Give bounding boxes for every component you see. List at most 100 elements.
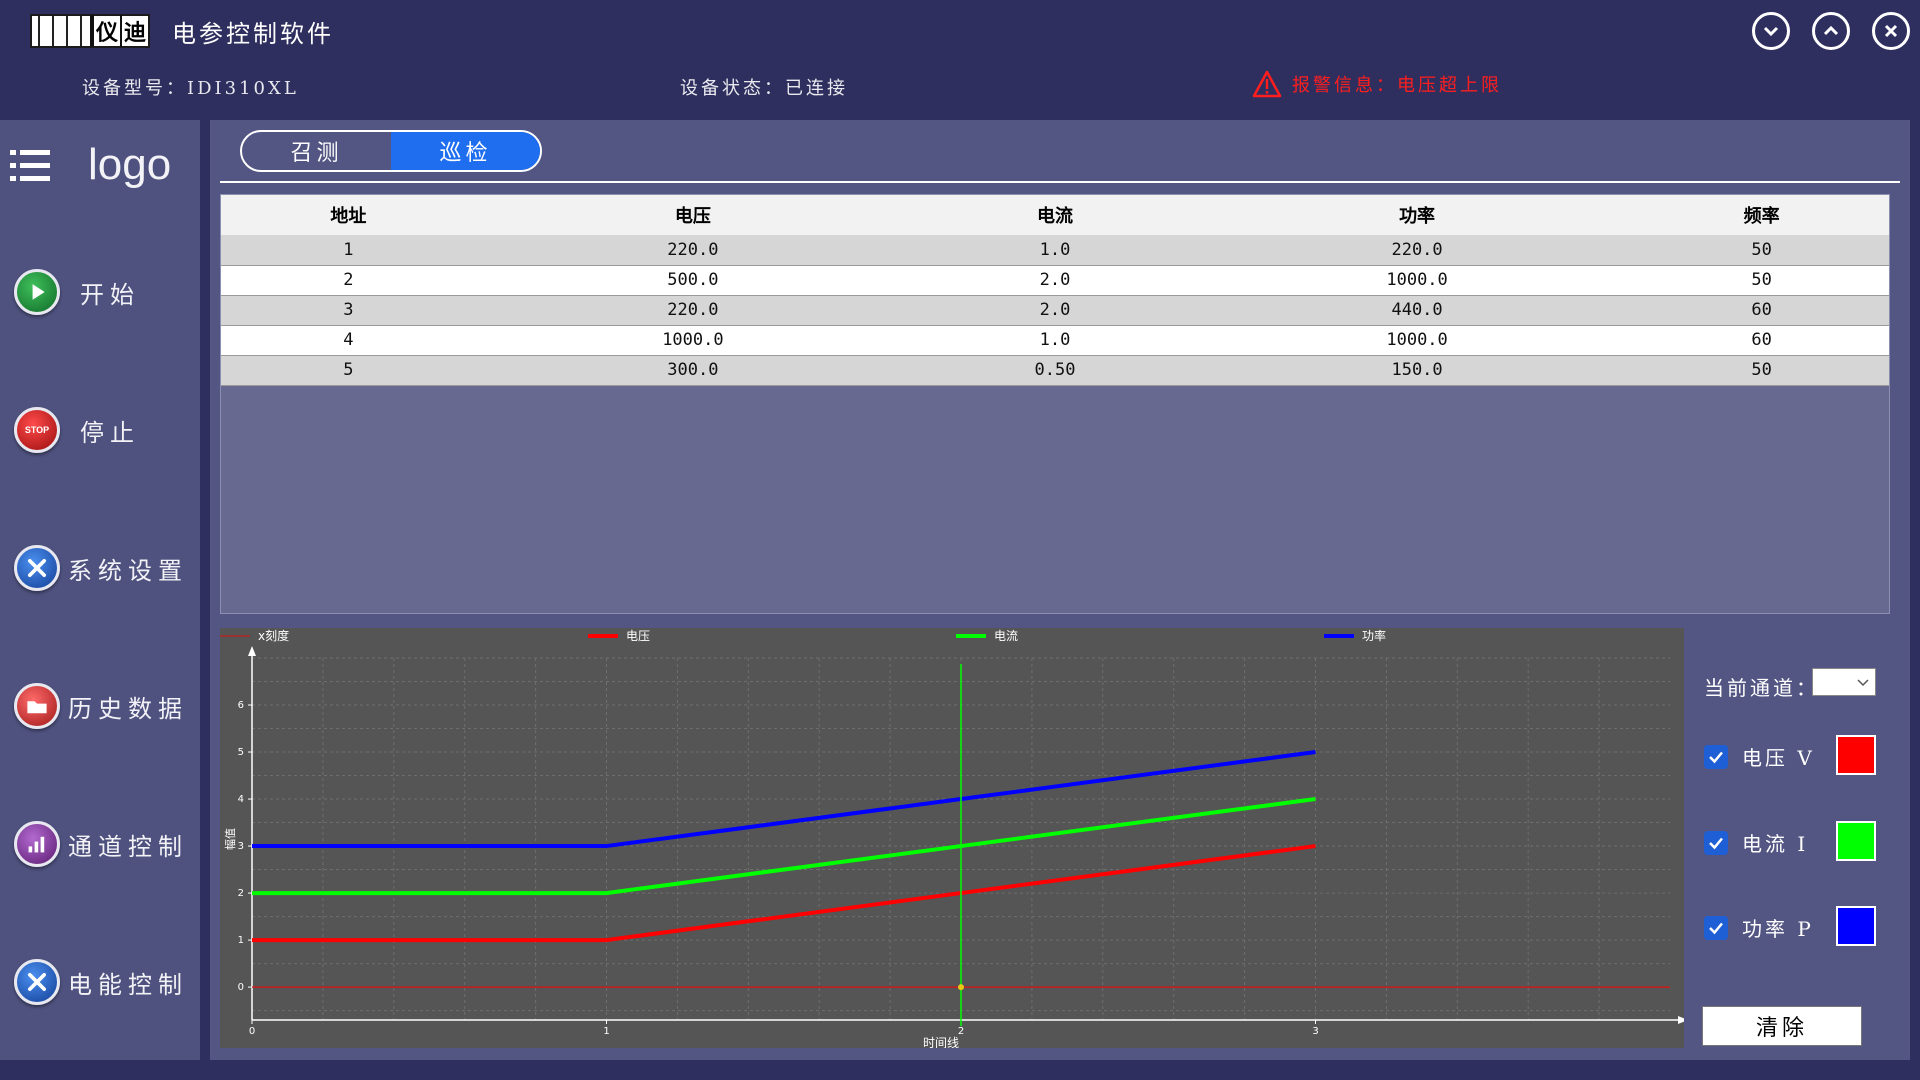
tab-patrol-inspection[interactable]: 巡检 bbox=[391, 132, 540, 170]
table-row[interactable]: 3 220.0 2.0 440.0 60 bbox=[221, 295, 1889, 325]
y-tick-label: 0 bbox=[238, 982, 244, 993]
sidebar-item-start[interactable]: 开始 bbox=[14, 262, 200, 322]
channel-label: 当前通道： bbox=[1704, 676, 1819, 700]
legend-voltage: 电压 V bbox=[1704, 742, 1842, 771]
table-cell: 50 bbox=[1634, 265, 1889, 295]
y-tick-label: 1 bbox=[238, 935, 244, 946]
table-cell: 2.0 bbox=[910, 295, 1200, 325]
table-cell: 1000.0 bbox=[1199, 265, 1635, 295]
clear-button[interactable]: 清除 bbox=[1702, 1006, 1862, 1046]
table-row[interactable]: 2 500.0 2.0 1000.0 50 bbox=[221, 265, 1889, 295]
table-cell: 440.0 bbox=[1199, 295, 1635, 325]
column-header[interactable]: 功率 bbox=[1199, 195, 1635, 235]
x-tick-label: 1 bbox=[603, 1026, 609, 1037]
check-icon bbox=[1709, 837, 1723, 849]
current-checkbox[interactable] bbox=[1704, 830, 1728, 855]
voltage-color-swatch[interactable] bbox=[1836, 735, 1876, 775]
table-row[interactable]: 4 1000.0 1.0 1000.0 60 bbox=[221, 325, 1889, 355]
sidebar-item-label: 开始 bbox=[80, 280, 140, 309]
legend-label: x刻度 bbox=[258, 628, 289, 643]
y-tick-label: 4 bbox=[238, 794, 244, 805]
column-header[interactable]: 电流 bbox=[910, 195, 1200, 235]
y-tick-label: 3 bbox=[238, 841, 244, 852]
power-label: 功率 P bbox=[1742, 917, 1814, 941]
table-cell: 50 bbox=[1634, 355, 1889, 385]
current-color-swatch[interactable] bbox=[1836, 821, 1876, 861]
y-tick-label: 2 bbox=[238, 888, 244, 899]
table-cell: 5 bbox=[221, 355, 476, 385]
y-axis-arrow bbox=[248, 646, 256, 656]
table-cell: 1000.0 bbox=[1199, 325, 1635, 355]
x-axis-arrow bbox=[1678, 1016, 1684, 1024]
trend-chart[interactable]: 0 1 2 3 4 5 6 0 1 2 3 时间线 幅值 x刻度 电压 电流 功率 bbox=[220, 628, 1684, 1048]
column-header[interactable]: 电压 bbox=[475, 195, 911, 235]
info-bar: 设备型号：IDI310XL 设备状态：已连接 报警信息：电压超上限 bbox=[0, 62, 1920, 112]
power-checkbox[interactable] bbox=[1704, 915, 1728, 940]
sidebar-item-label: 电能控制 bbox=[68, 970, 188, 999]
sidebar-item-history[interactable]: 历史数据 bbox=[14, 676, 200, 736]
close-icon bbox=[1884, 24, 1898, 38]
legend-current: 电流 I bbox=[1704, 828, 1842, 857]
stop-icon: STOP bbox=[14, 407, 60, 453]
data-table: 地址 电压 电流 功率 频率 1 220.0 1.0 220.0 50 2 50 bbox=[221, 195, 1889, 386]
warning-icon bbox=[1252, 70, 1282, 98]
maximize-button[interactable] bbox=[1812, 12, 1850, 50]
table-cell: 50 bbox=[1634, 235, 1889, 265]
table-row[interactable]: 5 300.0 0.50 150.0 50 bbox=[221, 355, 1889, 385]
chart-controls: 当前通道： 电压 V 电流 I 功率 P 清除 bbox=[1694, 628, 1900, 1048]
menu-icon[interactable] bbox=[10, 146, 52, 188]
table-cell: 220.0 bbox=[1199, 235, 1635, 265]
table-cell: 1.0 bbox=[910, 325, 1200, 355]
table-cell: 0.50 bbox=[910, 355, 1200, 385]
tab-recall-test[interactable]: 召测 bbox=[242, 132, 391, 170]
y-tick-label: 5 bbox=[238, 747, 244, 758]
stop-icon-text: STOP bbox=[24, 425, 50, 435]
table-cell: 4 bbox=[221, 325, 476, 355]
x-tick-label: 0 bbox=[249, 1026, 255, 1037]
sidebar-item-stop[interactable]: STOP 停止 bbox=[14, 400, 200, 460]
current-label: 电流 I bbox=[1742, 832, 1809, 856]
chevron-up-icon bbox=[1823, 25, 1839, 36]
voltage-checkbox[interactable] bbox=[1704, 744, 1728, 769]
sidebar-item-system-settings[interactable]: 系统设置 bbox=[14, 538, 200, 598]
voltage-label: 电压 V bbox=[1742, 746, 1815, 770]
minimize-button[interactable] bbox=[1752, 12, 1790, 50]
device-model: 设备型号：IDI310XL bbox=[82, 78, 299, 99]
close-button[interactable] bbox=[1872, 12, 1910, 50]
folder-icon bbox=[14, 683, 60, 729]
legend-label: 电流 bbox=[994, 629, 1018, 643]
cursor-point bbox=[958, 984, 964, 991]
table-cell: 220.0 bbox=[475, 235, 911, 265]
app-title: 电参控制软件 bbox=[172, 20, 334, 48]
legend-power: 功率 P bbox=[1704, 913, 1842, 942]
tools-icon bbox=[14, 959, 60, 1005]
company-logo: 仪 迪 bbox=[30, 14, 150, 48]
alarm-info: 报警信息：电压超上限 bbox=[1252, 70, 1502, 98]
sidebar-item-label: 历史数据 bbox=[68, 694, 188, 723]
table-cell: 3 bbox=[221, 295, 476, 325]
channel-select[interactable] bbox=[1812, 668, 1876, 696]
logo-text-1: 仪 bbox=[91, 15, 120, 47]
series-line-power bbox=[252, 750, 1316, 849]
sidebar-item-label: 通道控制 bbox=[68, 832, 188, 861]
bar-chart-icon bbox=[14, 821, 60, 867]
y-axis-label: 幅值 bbox=[224, 828, 237, 850]
table-cell: 1.0 bbox=[910, 235, 1200, 265]
table-row[interactable]: 1 220.0 1.0 220.0 50 bbox=[221, 235, 1889, 265]
sidebar-logo: logo bbox=[88, 140, 172, 189]
table-cell: 1 bbox=[221, 235, 476, 265]
chart-canvas[interactable]: 01234560 1 2 3时间线幅值x刻度 电压 电流 功率 bbox=[220, 628, 1684, 1048]
logo-text-2: 迪 bbox=[119, 15, 148, 47]
table-cell: 300.0 bbox=[475, 355, 911, 385]
table-cell: 2 bbox=[221, 265, 476, 295]
check-icon bbox=[1709, 751, 1723, 763]
sidebar-item-channel-control[interactable]: 通道控制 bbox=[14, 814, 200, 874]
play-icon bbox=[14, 269, 60, 315]
sidebar-item-label: 停止 bbox=[80, 418, 140, 447]
table-cell: 60 bbox=[1634, 325, 1889, 355]
tab-divider bbox=[220, 181, 1900, 183]
sidebar-item-energy-control[interactable]: 电能控制 bbox=[14, 952, 200, 1012]
column-header[interactable]: 地址 bbox=[221, 195, 476, 235]
column-header[interactable]: 频率 bbox=[1634, 195, 1889, 235]
power-color-swatch[interactable] bbox=[1836, 906, 1876, 946]
